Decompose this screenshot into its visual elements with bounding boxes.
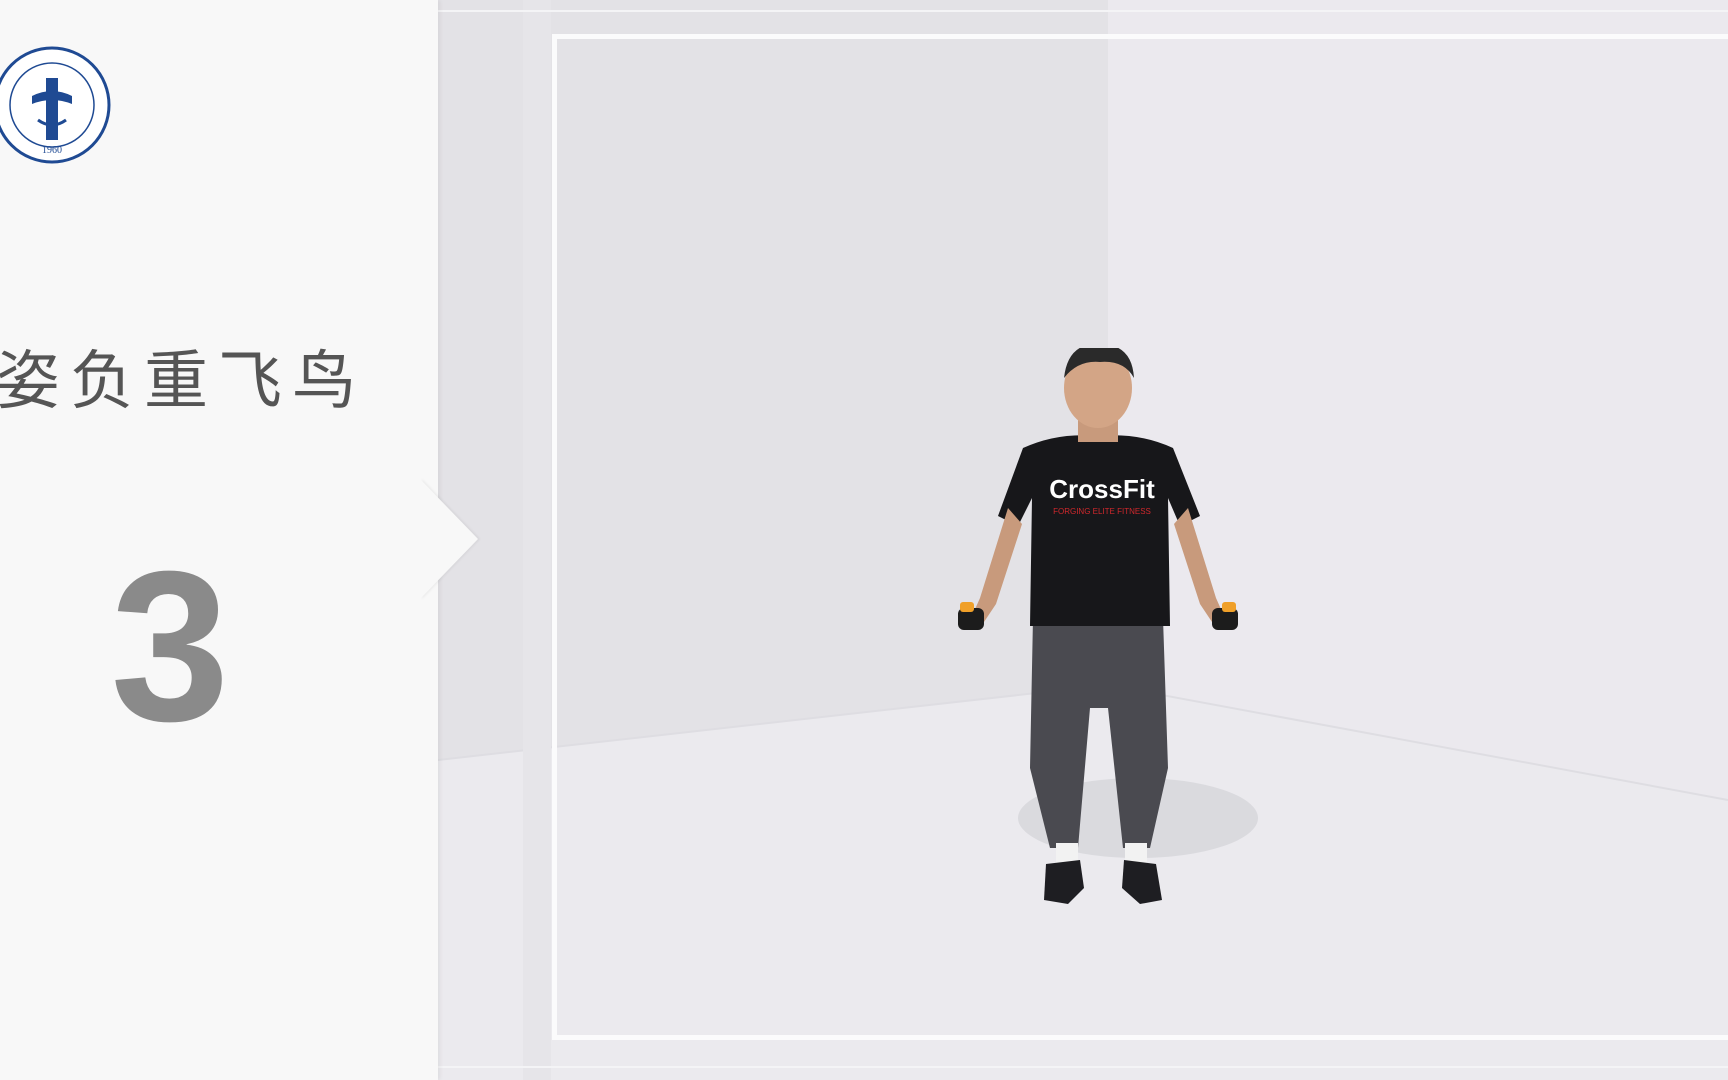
shirt-logo: CrossFit: [1049, 474, 1155, 504]
exercise-info-panel: 1960 站姿负重飞鸟 3: [0, 0, 478, 1080]
video-side-rail: [523, 0, 551, 1080]
exercise-video-area: CrossFit FORGING ELITE FITNESS: [438, 0, 1728, 1080]
divider-line-top: [438, 10, 1728, 12]
exercise-title: 站姿负重飞鸟: [0, 345, 366, 419]
seal-year: 1960: [42, 145, 62, 156]
university-seal-icon: 1960: [0, 46, 111, 164]
rep-counter: 3: [110, 527, 230, 766]
exercise-demonstrator: CrossFit FORGING ELITE FITNESS: [958, 348, 1258, 904]
shirt-tagline: FORGING ELITE FITNESS: [1053, 507, 1151, 516]
panel-pointer-arrow: [420, 479, 478, 599]
divider-line-bottom: [438, 1066, 1728, 1068]
slide-stage: CrossFit FORGING ELITE FITNESS 1960 站姿负重…: [0, 0, 1728, 1080]
